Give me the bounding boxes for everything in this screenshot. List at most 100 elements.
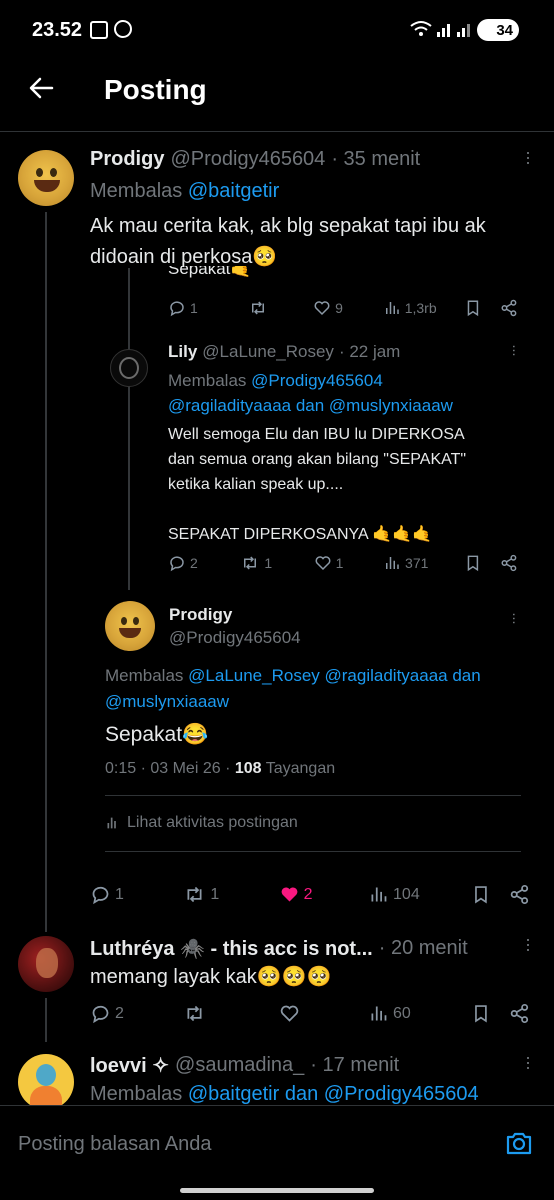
mention-link[interactable]: @Prodigy465604 bbox=[251, 371, 383, 390]
bookmark-icon[interactable] bbox=[464, 299, 482, 317]
views-button[interactable]: 104 bbox=[368, 884, 471, 905]
views-label: Tayangan bbox=[265, 760, 336, 777]
mention-link[interactable]: @baitgetir dan @Prodigy465604 bbox=[188, 1083, 479, 1105]
avatar[interactable] bbox=[110, 349, 148, 387]
post-text: Well semoga Elu dan IBU lu DIPERKOSA dan… bbox=[168, 422, 466, 547]
reply-input[interactable]: Posting balasan Anda bbox=[18, 1133, 212, 1156]
quoted-thread-line bbox=[128, 268, 130, 590]
more-options-icon[interactable]: ··· bbox=[518, 937, 539, 952]
avatar-head bbox=[36, 1064, 56, 1086]
post-time: · 20 menit bbox=[378, 937, 468, 959]
share-icon[interactable] bbox=[509, 1003, 530, 1024]
header: Posting bbox=[0, 60, 554, 130]
avatar-mouth bbox=[34, 180, 60, 192]
mention-link[interactable]: @muslynxiaaaw bbox=[105, 689, 481, 715]
reply-composer: Posting balasan Anda bbox=[0, 1105, 554, 1200]
avatar[interactable] bbox=[18, 150, 74, 206]
author-name[interactable]: Prodigy bbox=[90, 148, 164, 171]
avatar-mouth bbox=[119, 628, 141, 638]
reply-button[interactable]: 1 bbox=[90, 884, 183, 905]
author-handle[interactable]: @Prodigy465604 bbox=[169, 626, 301, 649]
timestamp-text: 0:15 · 03 Mei 26 · bbox=[105, 760, 231, 777]
like-button[interactable]: 2 bbox=[279, 884, 368, 905]
like-count: 2 bbox=[303, 885, 313, 903]
views-button[interactable]: 371 bbox=[383, 554, 462, 572]
reply-icon bbox=[92, 886, 109, 905]
lily-action-bar: 2 1 1 371 bbox=[168, 554, 518, 572]
more-options-icon[interactable]: ··· bbox=[518, 150, 539, 165]
post-activity-link[interactable]: Lihat aktivitas postingan bbox=[105, 814, 298, 832]
reply-count: 2 bbox=[115, 1004, 124, 1022]
bookmark-icon[interactable] bbox=[471, 884, 491, 905]
author-handle[interactable]: @saumadina_ bbox=[175, 1054, 304, 1077]
page-title: Posting bbox=[104, 74, 207, 105]
post-text-line: SEPAKAT DIPERKOSANYA 🤙🤙🤙 bbox=[168, 526, 432, 543]
repost-button[interactable]: 1 bbox=[183, 884, 278, 905]
reply-button[interactable]: 2 bbox=[168, 554, 240, 572]
lily-header: Lily @LaLune_Rosey · 22 jam bbox=[168, 342, 400, 362]
more-options-icon[interactable]: ··· bbox=[506, 612, 523, 624]
mention-link[interactable]: @ragiladityaaaa dan @muslynxiaaaw bbox=[168, 393, 453, 418]
reply-count: 2 bbox=[190, 555, 198, 571]
author-name[interactable]: Prodigy bbox=[169, 603, 301, 626]
views-icon bbox=[371, 887, 387, 902]
more-options-icon[interactable]: ··· bbox=[518, 1055, 539, 1070]
more-options-icon[interactable]: ··· bbox=[506, 344, 523, 356]
quoted-action-bar: 1 9 1,3rb bbox=[168, 299, 518, 317]
replying-prefix: Membalas bbox=[168, 371, 247, 390]
camera-icon[interactable] bbox=[505, 1130, 533, 1156]
reply-icon bbox=[92, 1005, 109, 1024]
back-arrow-icon[interactable] bbox=[28, 76, 54, 100]
avatar-face bbox=[36, 948, 58, 978]
views-icon bbox=[371, 1006, 387, 1021]
like-button[interactable]: 1 bbox=[314, 554, 383, 572]
avatar[interactable] bbox=[18, 936, 74, 992]
reply-count: 1 bbox=[190, 300, 198, 316]
divider bbox=[105, 851, 521, 852]
author-handle[interactable]: @Prodigy465604 bbox=[170, 148, 325, 171]
bookmark-icon[interactable] bbox=[464, 554, 482, 572]
whatsapp-icon bbox=[114, 20, 132, 38]
views-button[interactable]: 1,3rb bbox=[383, 299, 463, 317]
avatar[interactable] bbox=[18, 1054, 74, 1110]
reply-icon bbox=[170, 556, 184, 572]
avatar-eye bbox=[50, 168, 57, 177]
like-count: 1 bbox=[335, 555, 344, 571]
views-count: 104 bbox=[393, 885, 420, 903]
heart-icon bbox=[314, 301, 330, 316]
heart-filled-icon bbox=[281, 887, 298, 902]
repost-button[interactable]: 1 bbox=[240, 554, 313, 572]
focused-author: Prodigy @Prodigy465604 bbox=[169, 603, 301, 649]
views-count: 60 bbox=[393, 1004, 411, 1022]
like-button[interactable]: 9 bbox=[313, 299, 383, 317]
signal-icon-2 bbox=[457, 24, 470, 37]
replying-to: Membalas @LaLune_Rosey @ragiladityaaaa d… bbox=[105, 663, 481, 715]
heart-icon bbox=[315, 556, 331, 571]
author-name[interactable]: Luthréya 🕷️ - this acc is not... bbox=[90, 936, 373, 961]
share-icon[interactable] bbox=[500, 554, 518, 572]
author-handle[interactable]: @LaLune_Rosey bbox=[202, 342, 334, 362]
replying-prefix: Membalas bbox=[90, 1083, 183, 1105]
share-icon[interactable] bbox=[509, 884, 530, 905]
avatar-eye bbox=[121, 617, 127, 625]
avatar-eye bbox=[36, 168, 43, 177]
views-button[interactable]: 60 bbox=[368, 1003, 471, 1024]
like-button[interactable] bbox=[279, 1003, 368, 1024]
reply-button[interactable]: 2 bbox=[90, 1003, 183, 1024]
wifi-icon bbox=[410, 21, 432, 36]
bookmark-icon[interactable] bbox=[471, 1003, 491, 1024]
avatar-emblem bbox=[119, 357, 139, 379]
mention-link[interactable]: @LaLune_Rosey @ragiladityaaaa dan bbox=[188, 666, 481, 685]
author-name[interactable]: loevvi ✧ bbox=[90, 1053, 169, 1078]
signal-icon bbox=[437, 24, 450, 37]
avatar[interactable] bbox=[105, 601, 155, 651]
reply-button[interactable]: 1 bbox=[168, 299, 248, 317]
views-count: 1,3rb bbox=[404, 300, 437, 316]
replying-prefix: Membalas bbox=[105, 666, 184, 685]
share-icon[interactable] bbox=[500, 299, 518, 317]
repost-button[interactable] bbox=[183, 1003, 278, 1024]
repost-button[interactable] bbox=[248, 299, 314, 317]
home-indicator bbox=[180, 1188, 374, 1193]
author-name[interactable]: Lily bbox=[168, 342, 197, 362]
mention-link[interactable]: @baitgetir bbox=[188, 180, 279, 202]
